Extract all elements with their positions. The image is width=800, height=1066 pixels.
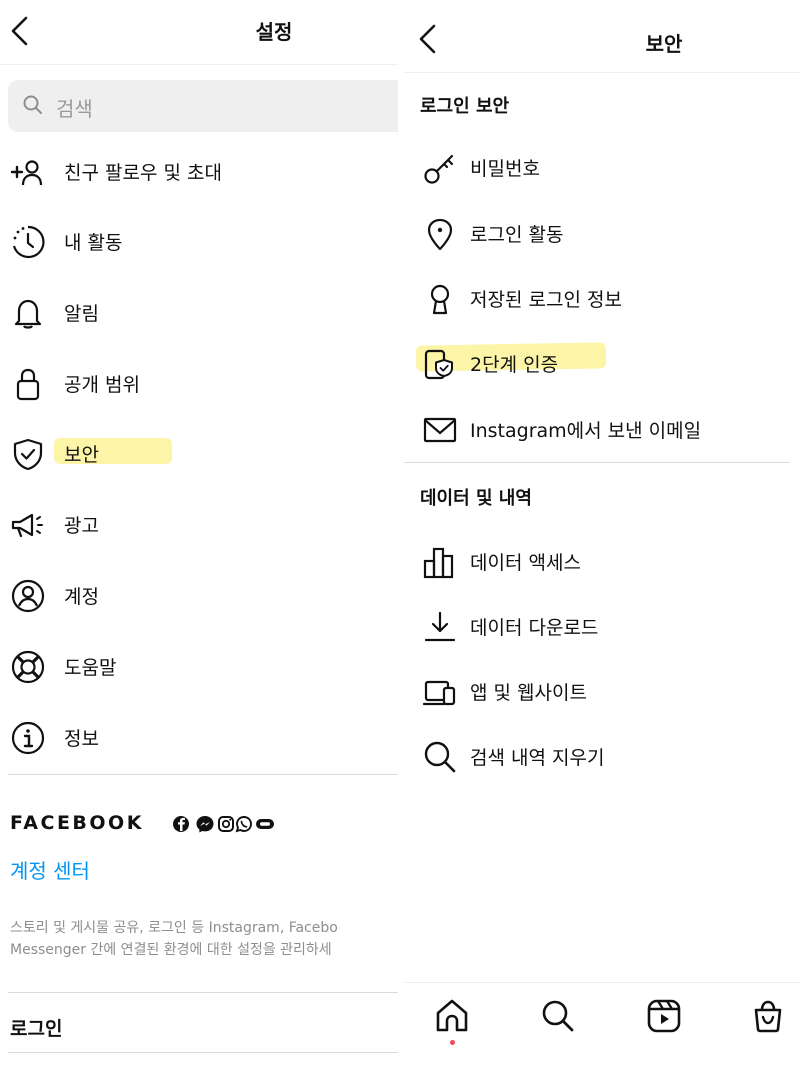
header-divider [0,64,398,65]
add-person-icon [10,154,46,190]
security-item-label: 로그인 활동 [470,224,564,246]
settings-item-label: 친구 팔로우 및 초대 [64,162,222,184]
home-icon [436,999,468,1032]
section-divider [8,992,398,993]
page-title: 보안 [645,32,683,56]
bell-icon [10,295,46,331]
settings-item-activity[interactable]: 내 활동 [10,218,390,266]
shield-check-icon [10,436,46,472]
lock-icon [10,366,46,402]
login-section-title[interactable]: 로그인 [10,1014,62,1041]
search-placeholder: 검색 [56,97,93,121]
security-item-data-access[interactable]: 데이터 액세스 [422,538,800,586]
tab-search[interactable] [538,996,578,1036]
devices-icon [422,674,458,710]
security-item-label: 비밀번호 [470,158,540,180]
search-icon [22,94,44,116]
search-input[interactable]: 검색 [8,80,398,132]
settings-item-label: 계정 [64,586,99,608]
download-icon [422,609,458,645]
portal-icon [256,819,274,829]
security-item-clear-search[interactable]: 검색 내역 지우기 [422,733,800,781]
account-center-description: 스토리 및 게시물 공유, 로그인 등 Instagram, Facebo Me… [10,917,398,961]
settings-item-label: 내 활동 [64,232,123,254]
description-line: Messenger 간에 연결된 환경에 대한 설정을 관리하세 [10,942,332,958]
security-item-label: 검색 내역 지우기 [470,747,605,769]
keyhole-icon [422,281,458,317]
search-icon [422,739,458,775]
security-item-label: 앱 및 웹사이트 [470,682,587,704]
settings-item-label: 보안 [64,444,99,466]
security-item-saved-login[interactable]: 저장된 로그인 정보 [422,275,800,323]
security-item-label: Instagram에서 보낸 이메일 [470,420,702,442]
settings-item-notifications[interactable]: 알림 [10,289,390,337]
instagram-icon [218,816,234,832]
settings-item-security[interactable]: 보안 [10,430,390,478]
whatsapp-icon [235,816,252,833]
reels-icon [647,999,681,1033]
security-item-label: 저장된 로그인 정보 [470,289,622,311]
tab-reels[interactable] [644,996,684,1036]
back-button[interactable] [6,14,36,48]
settings-item-help[interactable]: 도움말 [10,643,390,691]
meta-app-icons [172,814,290,834]
key-icon [422,150,458,186]
tabbar-divider [404,982,800,983]
location-pin-icon [422,216,458,252]
account-center-link[interactable]: 계정 센터 [10,855,90,884]
security-item-label: 데이터 액세스 [470,552,581,574]
notification-dot [450,1040,455,1045]
section-divider [8,774,398,775]
settings-item-label: 정보 [64,728,99,750]
bar-chart-icon [422,544,458,580]
facebook-icon [173,816,189,832]
lifebuoy-icon [10,649,46,685]
chevron-left-icon [11,16,28,46]
section-heading-data-history: 데이터 및 내역 [420,488,532,509]
security-item-password[interactable]: 비밀번호 [422,144,800,192]
user-circle-icon [10,578,46,614]
mail-icon [422,412,458,448]
header-divider [404,72,800,73]
security-item-label: 데이터 다운로드 [470,617,599,639]
security-item-apps-websites[interactable]: 앱 및 웹사이트 [422,668,800,716]
security-item-data-download[interactable]: 데이터 다운로드 [422,603,800,651]
settings-item-label: 공개 범위 [64,374,140,396]
page-title: 설정 [255,20,293,44]
messenger-icon [196,816,214,833]
security-screen: 보안 로그인 보안 비밀번호 로그인 활동 저장된 로그인 정보 2단계 인증 … [404,0,800,1066]
tab-home[interactable] [432,996,472,1036]
settings-item-account[interactable]: 계정 [10,572,390,620]
chevron-left-icon [419,24,436,54]
phone-shield-icon [422,346,458,382]
settings-header: 설정 [0,0,398,64]
tab-shop[interactable] [748,996,788,1036]
shop-icon [754,1000,782,1033]
settings-item-about[interactable]: 정보 [10,714,390,762]
settings-item-label: 알림 [64,303,99,325]
facebook-brand: FACEBOOK [10,812,144,834]
megaphone-icon [10,507,46,543]
section-divider [404,462,790,463]
section-divider [8,1052,398,1053]
security-item-two-factor[interactable]: 2단계 인증 [422,340,800,388]
security-item-emails[interactable]: Instagram에서 보낸 이메일 [422,406,800,454]
settings-item-privacy[interactable]: 공개 범위 [10,360,390,408]
search-icon [542,1000,574,1032]
description-line: 스토리 및 게시물 공유, 로그인 등 Instagram, Facebo [10,920,338,936]
security-item-label: 2단계 인증 [470,354,559,376]
settings-item-follow-invite[interactable]: 친구 팔로우 및 초대 [10,148,390,196]
settings-screen: 설정 검색 친구 팔로우 및 초대 내 활동 알림 공개 범위 보안 광고 계정… [0,0,398,1066]
section-heading-login-security: 로그인 보안 [420,96,510,117]
activity-clock-icon [10,224,46,260]
info-icon [10,720,46,756]
settings-item-label: 광고 [64,515,99,537]
security-header: 보안 [404,0,800,64]
settings-item-label: 도움말 [64,657,117,679]
settings-item-ads[interactable]: 광고 [10,501,390,549]
back-button[interactable] [414,22,444,56]
security-item-login-activity[interactable]: 로그인 활동 [422,210,800,258]
